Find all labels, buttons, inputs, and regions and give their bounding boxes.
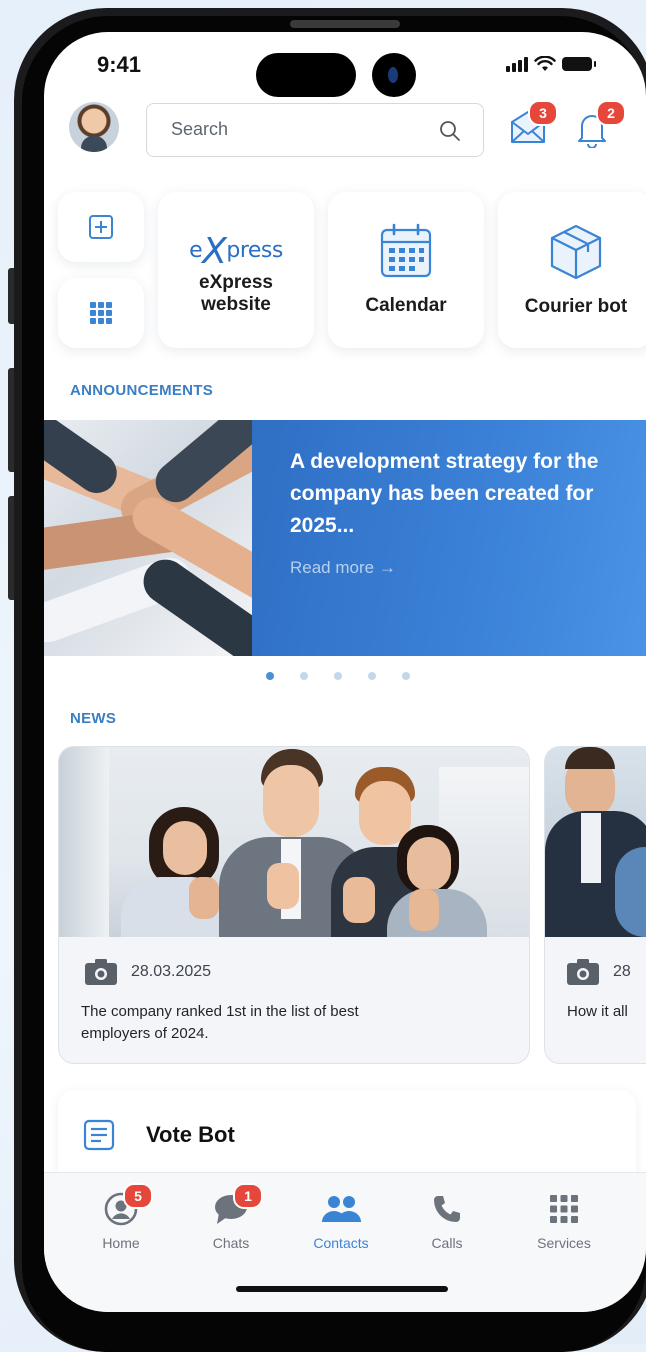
mail-badge: 3 bbox=[528, 100, 558, 126]
shortcut-label: Calendar bbox=[365, 295, 447, 316]
tab-label: Chats bbox=[212, 1235, 250, 1251]
express-logo: eXpress bbox=[189, 230, 283, 272]
announcement-panel: A development strategy for the company h… bbox=[252, 420, 646, 656]
package-box-icon bbox=[550, 224, 602, 280]
tab-calls[interactable]: Calls bbox=[397, 1191, 497, 1251]
announcement-headline: A development strategy for the company h… bbox=[290, 450, 599, 537]
camera-icon bbox=[85, 959, 117, 985]
carousel-dot[interactable] bbox=[334, 672, 342, 680]
tab-chats[interactable]: 1 Chats bbox=[181, 1183, 281, 1251]
tab-label: Contacts bbox=[313, 1235, 369, 1251]
news-card[interactable]: 28 How it all bbox=[544, 746, 646, 1064]
camera-icon bbox=[567, 959, 599, 985]
news-summary: The company ranked 1st in the list of be… bbox=[81, 1003, 359, 1042]
home-badge: 5 bbox=[123, 1183, 153, 1209]
speaker-grille bbox=[290, 20, 400, 28]
news-photo bbox=[545, 747, 646, 937]
news-heading: NEWS bbox=[70, 710, 117, 727]
tab-label: Services bbox=[537, 1235, 591, 1251]
battery-icon bbox=[562, 57, 596, 71]
user-avatar[interactable] bbox=[69, 102, 119, 152]
shortcut-label: eXpress website bbox=[199, 271, 273, 315]
news-date: 28 bbox=[613, 963, 631, 980]
announcement-banner[interactable]: A development strategy for the company h… bbox=[44, 420, 646, 656]
all-shortcuts-button[interactable] bbox=[58, 278, 144, 348]
news-date: 28.03.2025 bbox=[131, 963, 212, 980]
notifications-badge: 2 bbox=[596, 100, 626, 126]
shortcut-calendar[interactable]: Calendar bbox=[328, 192, 484, 348]
news-photo bbox=[59, 747, 529, 937]
mail-button[interactable]: 3 bbox=[508, 100, 558, 154]
carousel-dots bbox=[266, 672, 410, 680]
notifications-button[interactable]: 2 bbox=[574, 100, 626, 154]
dynamic-island bbox=[256, 53, 356, 97]
tab-services[interactable]: Services bbox=[514, 1191, 614, 1251]
carousel-dot[interactable] bbox=[300, 672, 308, 680]
tab-label: Calls bbox=[431, 1235, 463, 1251]
search-icon[interactable] bbox=[439, 120, 461, 142]
phone-icon bbox=[434, 1196, 460, 1222]
people-icon bbox=[322, 1196, 361, 1222]
add-shortcut-button[interactable] bbox=[58, 192, 144, 262]
search-input[interactable] bbox=[169, 118, 433, 141]
read-more-link[interactable]: Read more → bbox=[290, 558, 396, 578]
front-camera bbox=[372, 53, 416, 97]
tab-home[interactable]: 5 Home bbox=[71, 1183, 171, 1251]
document-list-icon bbox=[83, 1119, 115, 1151]
app-screen: 9:41 3 2 bbox=[44, 32, 646, 1312]
carousel-dot[interactable] bbox=[368, 672, 376, 680]
vote-bot-label: Vote Bot bbox=[146, 1122, 235, 1147]
news-card[interactable]: 28.03.2025 The company ranked 1st in the… bbox=[58, 746, 530, 1064]
announcements-heading: ANNOUNCEMENTS bbox=[70, 382, 214, 399]
search-bar[interactable] bbox=[146, 103, 484, 157]
shortcut-label: Courier bot bbox=[524, 296, 628, 317]
shortcut-express-website[interactable]: eXpress eXpress website bbox=[158, 192, 314, 348]
home-indicator[interactable] bbox=[236, 1286, 448, 1292]
news-meta: 28.03.2025 bbox=[85, 959, 211, 985]
tab-label: Home bbox=[102, 1235, 140, 1251]
status-time: 9:41 bbox=[97, 52, 142, 77]
tab-contacts[interactable]: Contacts bbox=[291, 1191, 391, 1251]
grid-icon bbox=[550, 1195, 578, 1223]
grid-icon bbox=[90, 302, 112, 324]
shortcut-courier-bot[interactable]: Courier bot bbox=[498, 192, 646, 348]
news-summary: How it all bbox=[567, 1003, 628, 1020]
calendar-icon bbox=[380, 223, 432, 278]
carousel-dot[interactable] bbox=[402, 672, 410, 680]
status-icons bbox=[506, 56, 596, 72]
announcement-photo bbox=[44, 420, 252, 656]
chats-badge: 1 bbox=[233, 1183, 263, 1209]
signal-icon bbox=[506, 56, 528, 72]
news-meta: 28 bbox=[567, 959, 631, 985]
plus-square-icon bbox=[89, 215, 113, 239]
wifi-icon bbox=[534, 56, 556, 71]
carousel-dot-active[interactable] bbox=[266, 672, 274, 680]
